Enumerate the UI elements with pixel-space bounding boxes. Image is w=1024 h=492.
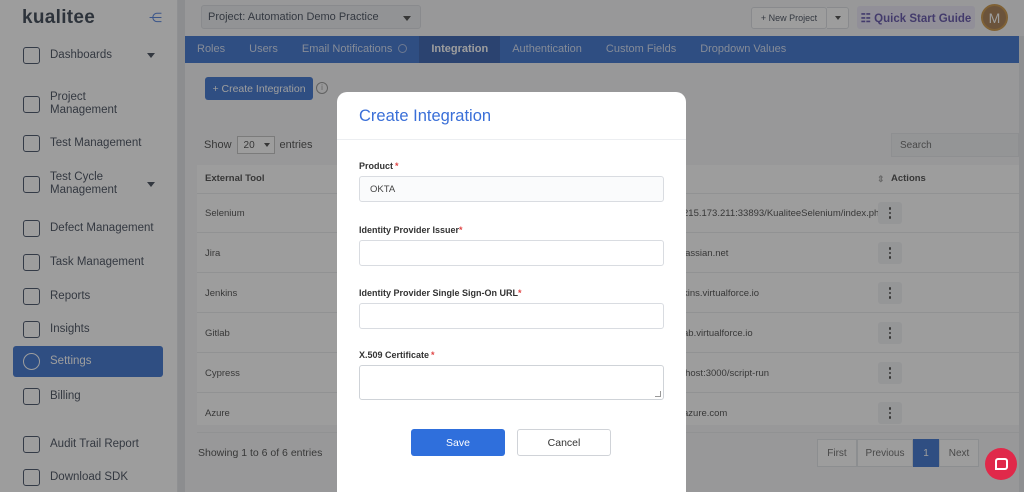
issuer-input[interactable] (359, 240, 664, 266)
certificate-label: X.509 Certificate * (359, 350, 435, 360)
required-mark: * (459, 225, 463, 235)
product-field[interactable]: OKTA (359, 176, 664, 202)
certificate-label-text: X.509 Certificate (359, 350, 430, 360)
required-mark: * (395, 161, 399, 171)
sso-url-input[interactable] (359, 303, 664, 329)
sso-url-label: Identity Provider Single Sign-On URL* (359, 288, 522, 298)
required-mark: * (431, 350, 435, 360)
issuer-label: Identity Provider Issuer* (359, 225, 463, 235)
modal-title: Create Integration (359, 107, 492, 125)
certificate-textarea[interactable] (359, 365, 664, 400)
save-button[interactable]: Save (411, 429, 505, 456)
chat-icon (994, 458, 1008, 470)
product-label: Product * (359, 161, 399, 171)
required-mark: * (518, 288, 522, 298)
issuer-label-text: Identity Provider Issuer (359, 225, 460, 235)
sso-url-label-text: Identity Provider Single Sign-On URL (359, 288, 519, 298)
chat-support-button[interactable] (985, 448, 1017, 480)
cancel-button[interactable]: Cancel (517, 429, 611, 456)
product-label-text: Product (359, 161, 394, 171)
resize-handle-icon[interactable] (655, 391, 661, 397)
create-integration-modal: Create Integration Product * OKTA Identit… (337, 92, 686, 492)
modal-divider (337, 139, 686, 140)
